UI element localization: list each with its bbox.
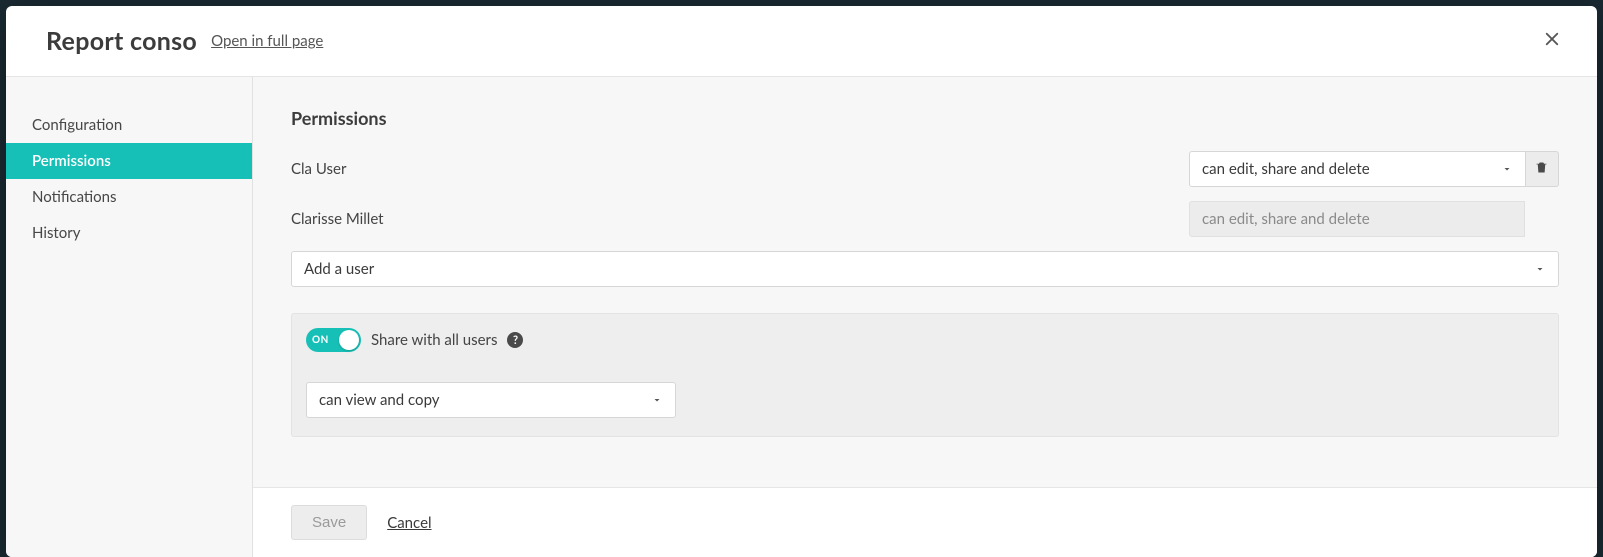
dialog-body: Configuration Permissions Notifications … (6, 77, 1597, 557)
close-button[interactable] (1535, 24, 1569, 58)
cancel-button[interactable]: Cancel (387, 514, 431, 532)
main-panel: Permissions Cla User can edit, share and… (253, 77, 1597, 557)
dialog-header: Report conso Open in full page (6, 6, 1597, 77)
sidebar-item-permissions[interactable]: Permissions (6, 143, 252, 179)
main-inner: Permissions Cla User can edit, share and… (253, 77, 1597, 457)
permission-select-disabled: can edit, share and delete (1189, 201, 1525, 237)
sidebar-item-label: Configuration (32, 116, 122, 134)
share-all-permission-value: can view and copy (319, 391, 643, 409)
permission-controls: can edit, share and delete (1189, 151, 1559, 187)
sidebar-item-label: History (32, 224, 80, 242)
footer: Save Cancel (253, 487, 1597, 557)
sidebar: Configuration Permissions Notifications … (6, 77, 253, 557)
dialog: Report conso Open in full page Configura… (6, 6, 1597, 557)
sidebar-item-history[interactable]: History (6, 215, 252, 251)
toggle-knob (339, 330, 359, 350)
share-all-permission: can view and copy (306, 382, 676, 418)
permission-row: Clarisse Millet can edit, share and dele… (291, 201, 1559, 237)
toggle-on-label: ON (312, 334, 329, 346)
sidebar-item-notifications[interactable]: Notifications (6, 179, 252, 215)
trash-icon (1534, 160, 1549, 179)
share-all-header: ON Share with all users ? (306, 328, 1544, 352)
chevron-down-icon (1534, 263, 1546, 275)
permission-user-name: Clarisse Millet (291, 210, 1189, 228)
save-button[interactable]: Save (291, 505, 367, 540)
sidebar-item-label: Permissions (32, 152, 111, 170)
permission-controls: can edit, share and delete (1189, 201, 1559, 237)
help-icon[interactable]: ? (507, 332, 523, 348)
add-user-select[interactable]: Add a user (291, 251, 1559, 287)
close-icon (1543, 30, 1561, 52)
chevron-down-icon (651, 394, 663, 406)
permission-select[interactable]: can edit, share and delete (1189, 151, 1526, 187)
permission-row: Cla User can edit, share and delete (291, 151, 1559, 187)
share-all-block: ON Share with all users ? can view and c… (291, 313, 1559, 437)
share-all-toggle[interactable]: ON (306, 328, 361, 352)
sidebar-item-configuration[interactable]: Configuration (6, 107, 252, 143)
share-all-permission-select[interactable]: can view and copy (306, 382, 676, 418)
share-all-label: Share with all users (371, 331, 497, 349)
open-in-full-page-link[interactable]: Open in full page (211, 32, 323, 50)
dialog-title: Report conso (46, 26, 197, 56)
sidebar-item-label: Notifications (32, 188, 117, 206)
remove-user-placeholder (1525, 201, 1559, 237)
permission-select-value: can edit, share and delete (1202, 210, 1512, 228)
section-title: Permissions (291, 107, 1559, 129)
permission-user-name: Cla User (291, 160, 1189, 178)
add-user-placeholder: Add a user (304, 260, 1526, 278)
permission-select-value: can edit, share and delete (1202, 160, 1493, 178)
add-user-row: Add a user (291, 251, 1559, 287)
remove-user-button[interactable] (1525, 151, 1559, 187)
chevron-down-icon (1501, 163, 1513, 175)
